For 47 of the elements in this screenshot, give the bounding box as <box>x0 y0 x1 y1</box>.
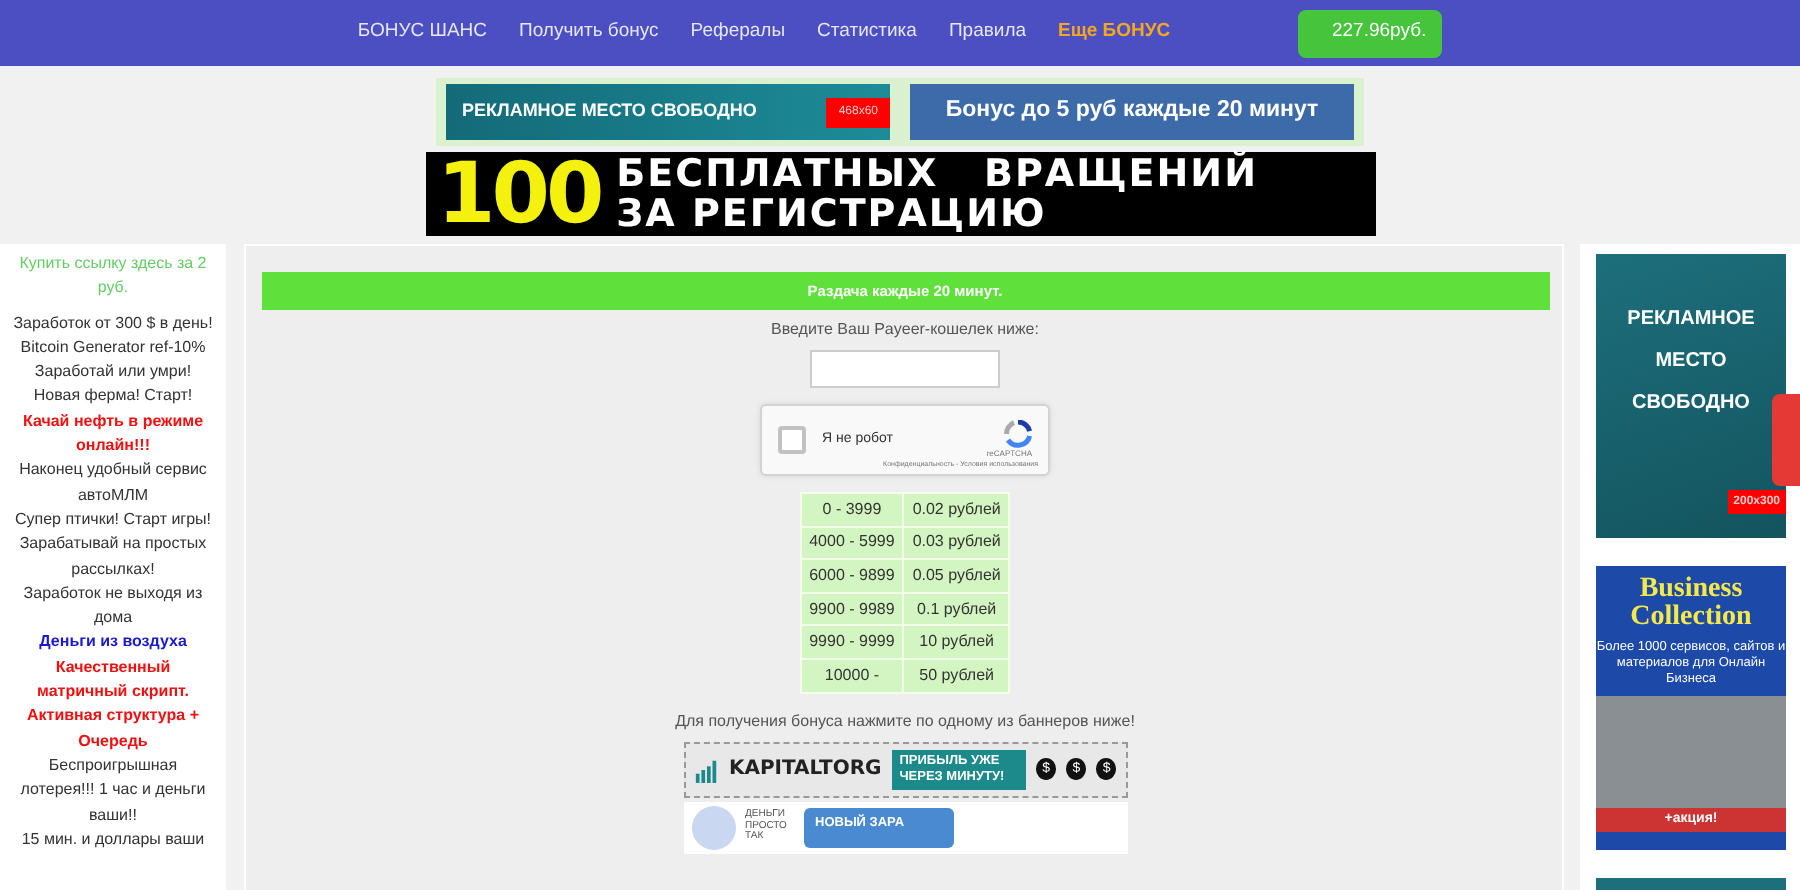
table-cell: 50 рублей <box>903 658 1010 693</box>
chart-icon <box>693 755 719 784</box>
banner-text: РЕКЛАМНОЕ МЕСТО СВОБОДНО <box>462 98 757 125</box>
wallet-label: Введите Ваш Payeer-кошелек ниже: <box>771 318 1039 342</box>
nav-link[interactable]: Правила <box>948 18 1027 48</box>
sidebar-link[interactable]: Зарабатывай на простых рассылках! <box>10 532 216 582</box>
table-cell: 10 рублей <box>903 625 1010 659</box>
sidebar-link[interactable]: Наконец удобный сервис автоМЛМ <box>10 458 216 508</box>
banner-text: ЗА РЕГИСТРАЦИЮ <box>616 194 1049 234</box>
nav-link[interactable]: Получить бонус <box>519 18 659 48</box>
promo-banner[interactable]: Бонус до 5 руб каждые 20 минут <box>910 84 1354 140</box>
table-cell: 9990 - 9999 <box>800 625 904 659</box>
table-cell: 6000 - 9899 <box>800 559 904 593</box>
sidebar-link[interactable]: Bitcoin Generator ref-10% <box>10 335 216 361</box>
sidebar-link[interactable]: Новая ферма! Старт! <box>10 384 216 410</box>
banner-title: Business Collection <box>1628 576 1754 632</box>
sidebar-link[interactable]: Деньги из воздуха <box>10 630 216 656</box>
banner-brand: KAPITALTORG <box>728 756 882 785</box>
sidebar-link[interactable]: Качественный матричный скрипт. <box>10 655 216 705</box>
banner-text: БЕСПЛАТНЫХ ВРАЩЕНИЙ <box>616 154 1258 194</box>
table-cell: 0 - 3999 <box>800 493 904 527</box>
sidebar-link[interactable]: Супер птички! Старт игры! <box>10 507 216 533</box>
sidebar-link[interactable]: Активная структура + Очередь <box>10 704 216 754</box>
banner-text: РЕКЛАМНОЕ МЕСТО СВОБОДНО <box>1625 306 1757 418</box>
captcha-checkbox[interactable] <box>778 426 806 454</box>
banner-number: 100 <box>437 152 601 236</box>
sidebar-link[interactable]: Заработай или умри! <box>10 360 216 385</box>
sidebar-link[interactable]: Заработок от 300 $ в день! <box>10 311 216 336</box>
sidebar-link[interactable]: 15 мин. и доллары ваши <box>10 827 216 853</box>
nav-link[interactable]: Статистика <box>817 18 917 48</box>
sidebar-link[interactable]: Заработок не выходя из дома <box>10 581 216 631</box>
table-cell: 9900 - 9989 <box>800 592 904 626</box>
recaptcha-icon <box>1004 420 1032 448</box>
sidebar-link[interactable]: Беспроигрышная лотерея!!! 1 час и деньги ваши!! <box>10 753 216 828</box>
nav-link[interactable]: Рефералы <box>690 18 786 48</box>
banner-hint: Для получения бонуса нажмите по одному из баннеров ниже! <box>675 709 1135 734</box>
table-cell: 0.03 рублей <box>903 526 1010 560</box>
sidebar-link[interactable]: Качай нефть в режиме онлайн!!! <box>10 409 216 459</box>
side-tab[interactable] <box>1772 394 1800 486</box>
logo-icon <box>691 805 735 850</box>
table-cell: 0.05 рублей <box>903 559 1010 593</box>
table-cell: 4000 - 5999 <box>800 526 904 560</box>
table-cell: 0.02 рублей <box>903 493 1010 527</box>
table-cell: 0.1 рублей <box>903 592 1010 626</box>
wallet-input-field[interactable] <box>810 350 1000 388</box>
table-cell: 10000 - <box>800 658 904 693</box>
nav-link[interactable]: БОНУС ШАНС <box>357 18 488 48</box>
